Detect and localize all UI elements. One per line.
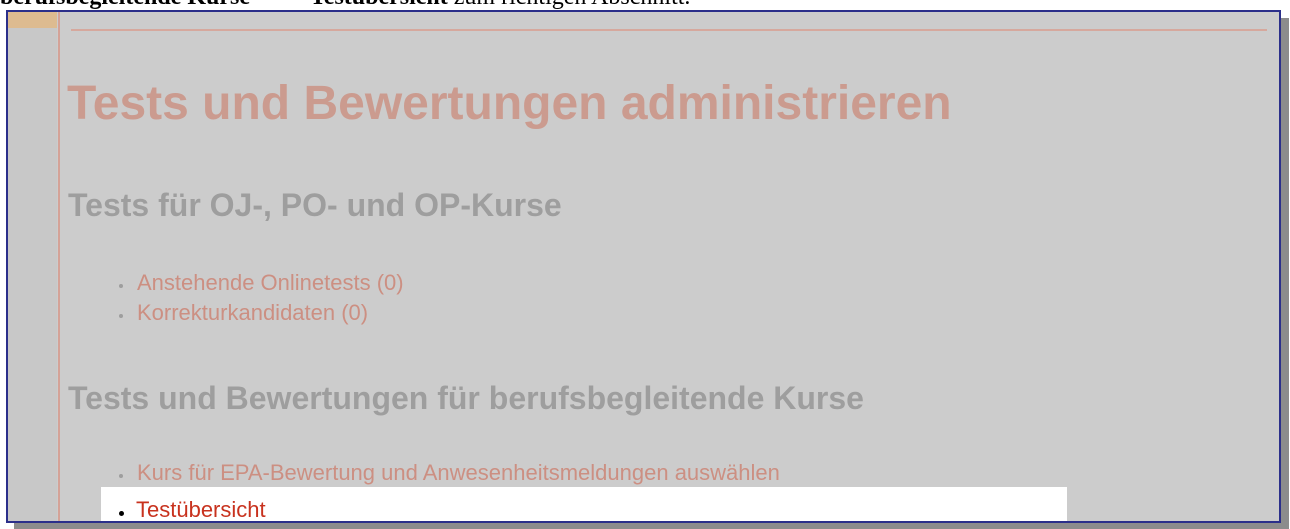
left-sidebar <box>8 28 57 521</box>
link-pending-online-tests[interactable]: Anstehende Onlinetests (0) <box>117 268 404 298</box>
caption-test-overview: Testübersicht <box>310 0 448 10</box>
link-correction-candidates[interactable]: Korrekturkandidaten (0) <box>117 298 404 328</box>
left-sidebar-tab <box>8 12 57 29</box>
screenshot-frame: Tests und Bewertungen administrieren Tes… <box>6 10 1281 523</box>
page-title: Tests und Bewertungen administrieren <box>67 77 952 130</box>
section-heading-part-time-courses: Tests und Bewertungen für berufsbegleite… <box>68 380 864 416</box>
caption-text: zum richtigen Abschnitt. <box>448 0 691 10</box>
section-oj-po-op-links: Anstehende Onlinetests (0) Korrekturkand… <box>117 268 404 328</box>
link-test-overview[interactable]: Testübersicht <box>116 495 266 521</box>
section-heading-oj-po-op: Tests für OJ-, PO- und OP-Kurse <box>68 187 562 223</box>
section-part-time-links: Kurs für EPA-Bewertung und Anwesenheitsm… <box>117 458 780 488</box>
link-select-epa-course[interactable]: Kurs für EPA-Bewertung und Anwesenheitsm… <box>117 458 780 488</box>
header-rule <box>71 29 1267 31</box>
caption-course-type: berufsbegleitende Kurse <box>0 0 250 10</box>
sidebar-divider <box>58 12 60 521</box>
